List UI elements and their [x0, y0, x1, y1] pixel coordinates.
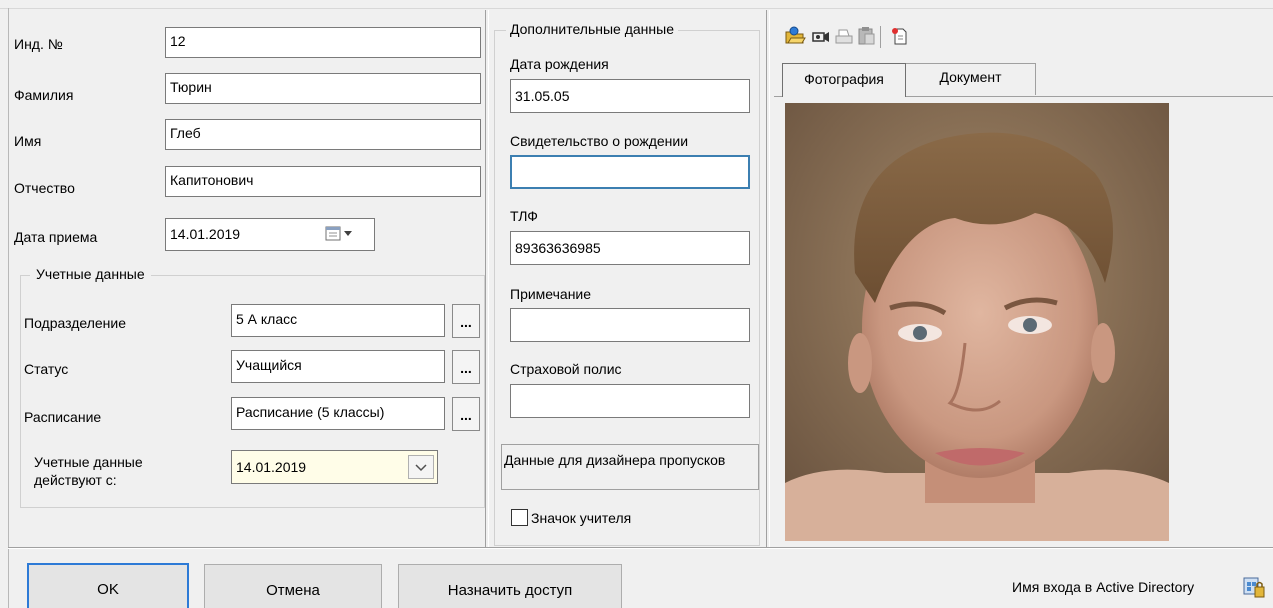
teacher-badge-label: Значок учителя: [531, 510, 632, 526]
valid-from-label-line2: действуют с:: [34, 472, 117, 488]
hire-date-value: 14.01.2019: [170, 226, 241, 242]
left-separator: [485, 10, 486, 547]
tab-photo[interactable]: Фотография: [782, 63, 906, 97]
birth-cert-label: Свидетельство о рождении: [510, 133, 689, 149]
phone-label: ТЛФ: [510, 208, 538, 224]
tab-photo-label: Фотография: [804, 71, 884, 87]
tab-document[interactable]: Документ: [906, 63, 1036, 95]
status-input[interactable]: Учащийся: [231, 350, 445, 383]
firstname-input[interactable]: Глеб: [165, 119, 481, 150]
patronymic-label: Отчество: [14, 180, 75, 196]
left-border: [8, 8, 9, 608]
valid-from-label-line1: Учетные данные: [34, 454, 143, 470]
ad-login-label: Имя входа в Active Directory: [1012, 579, 1195, 595]
id-label: Инд. №: [14, 36, 63, 52]
tab-document-label: Документ: [939, 69, 1002, 85]
firstname-label: Имя: [14, 133, 42, 149]
division-browse-button[interactable]: ...: [452, 304, 480, 338]
footer-separator-highlight: [8, 548, 1273, 549]
new-document-icon[interactable]: [890, 26, 910, 46]
schedule-input[interactable]: Расписание (5 классы): [231, 397, 445, 430]
status-browse-button[interactable]: ...: [452, 350, 480, 384]
toolbar-separator: [880, 26, 881, 48]
print-icon[interactable]: [834, 27, 854, 47]
teacher-badge-checkbox[interactable]: [511, 509, 528, 526]
right-separator: [766, 10, 767, 547]
valid-from-dropdown[interactable]: 14.01.2019: [231, 450, 438, 484]
cancel-button[interactable]: Отмена: [204, 564, 382, 608]
designer-data-button[interactable]: Данные для дизайнера пропусков: [501, 444, 759, 490]
open-photo-icon[interactable]: [785, 26, 806, 46]
student-photo: [785, 103, 1169, 541]
right-separator-highlight: [769, 10, 770, 547]
ok-button[interactable]: OK: [27, 563, 189, 608]
hire-date-label: Дата приема: [14, 229, 98, 245]
active-directory-icon[interactable]: [1242, 575, 1266, 599]
paste-icon[interactable]: [856, 26, 876, 46]
schedule-browse-button[interactable]: ...: [452, 397, 480, 431]
birth-date-input[interactable]: 31.05.05: [510, 79, 750, 113]
additional-data-title: Дополнительные данные: [506, 21, 678, 37]
patronymic-input[interactable]: Капитонович: [165, 166, 481, 197]
assign-access-button[interactable]: Назначить доступ: [398, 564, 622, 608]
division-input[interactable]: 5 А класс: [231, 304, 445, 337]
insurance-label: Страховой полис: [510, 361, 622, 377]
status-label: Статус: [24, 361, 69, 377]
valid-from-value: 14.01.2019: [236, 459, 307, 475]
birth-date-label: Дата рождения: [510, 56, 609, 72]
note-input[interactable]: [510, 308, 750, 342]
schedule-label: Расписание: [24, 409, 102, 425]
note-label: Примечание: [510, 286, 592, 302]
account-group-title: Учетные данные: [30, 266, 151, 282]
birth-cert-input[interactable]: [510, 155, 750, 189]
lastname-input[interactable]: Тюрин: [165, 73, 481, 104]
left-separator-highlight: [488, 10, 489, 547]
id-input[interactable]: 12: [165, 27, 481, 58]
camera-icon[interactable]: [811, 28, 831, 48]
chevron-down-icon[interactable]: [408, 455, 434, 479]
lastname-label: Фамилия: [14, 87, 74, 103]
division-label: Подразделение: [24, 315, 127, 331]
insurance-input[interactable]: [510, 384, 750, 418]
calendar-dropdown-icon[interactable]: [324, 225, 370, 243]
top-border: [0, 8, 1273, 9]
phone-input[interactable]: 89363636985: [510, 231, 750, 265]
